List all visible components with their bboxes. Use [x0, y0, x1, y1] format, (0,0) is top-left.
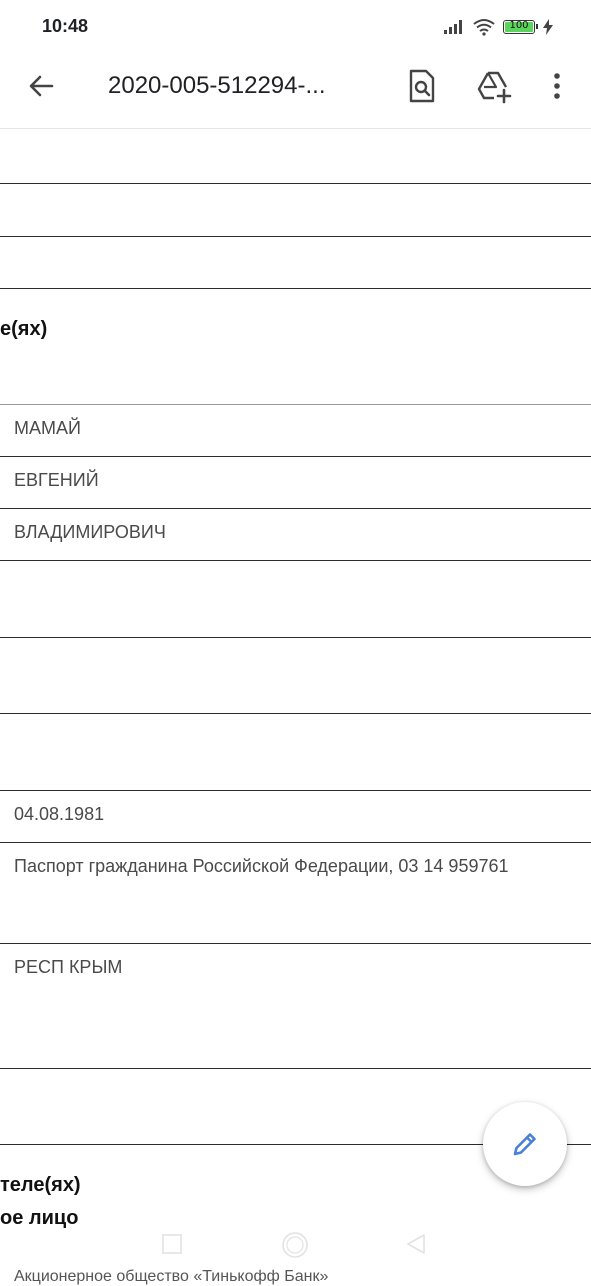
edit-fab-button[interactable]	[483, 1102, 567, 1186]
table-rule	[0, 713, 591, 714]
status-icons: 100	[443, 16, 553, 38]
table-rule	[0, 790, 591, 791]
wifi-icon	[473, 19, 495, 36]
status-bar: 10:48 100	[0, 0, 591, 52]
add-to-drive-icon	[477, 71, 512, 104]
status-time: 10:48	[42, 16, 89, 36]
table-rule	[0, 842, 591, 843]
document-viewer[interactable]: е(ях) МАМАЙ ЕВГЕНИЙ ВЛАДИМИРОВИЧ 04.08.1…	[0, 128, 591, 1260]
battery-icon: 100	[503, 20, 538, 34]
table-rule	[0, 404, 591, 405]
find-in-page-button[interactable]	[402, 66, 442, 106]
home-circle-icon[interactable]	[281, 1231, 309, 1259]
back-arrow-icon	[29, 75, 54, 97]
table-rule	[0, 943, 591, 944]
recents-square-icon[interactable]	[162, 1234, 182, 1254]
first-name-value: ЕВГЕНИЙ	[14, 470, 99, 490]
battery-level-text: 100	[509, 20, 529, 31]
identity-document-value: Паспорт гражданина Российской Федерации,…	[14, 856, 509, 876]
birth-date-value: 04.08.1981	[14, 804, 105, 824]
section-heading: теле(ях)	[0, 1174, 81, 1196]
edit-pencil-icon	[513, 1133, 536, 1156]
table-rule	[0, 508, 591, 509]
back-triangle-icon[interactable]	[406, 1234, 426, 1254]
more-options-button[interactable]	[537, 66, 577, 106]
table-rule	[0, 288, 591, 289]
signal-icon	[444, 20, 462, 34]
table-rule	[0, 560, 591, 561]
charging-bolt-icon	[543, 19, 553, 35]
last-name-value: МАМАЙ	[14, 418, 81, 438]
document-title: 2020-005-512294-...	[108, 72, 326, 99]
section-heading: е(ях)	[0, 318, 48, 340]
table-rule	[0, 183, 591, 184]
bottom-document-text: Акционерное общество «Тинькофф Банк»	[14, 1268, 329, 1285]
table-rule	[0, 236, 591, 237]
find-in-page-icon	[409, 69, 435, 103]
patronymic-value: ВЛАДИМИРОВИЧ	[14, 522, 166, 542]
table-rule	[0, 1068, 591, 1069]
add-to-drive-button[interactable]	[474, 66, 514, 106]
table-rule	[0, 637, 591, 638]
region-value: РЕСП КРЫМ	[14, 957, 123, 977]
table-rule	[0, 456, 591, 457]
more-vert-icon	[554, 73, 560, 99]
app-bar: 2020-005-512294-...	[0, 52, 591, 129]
back-button[interactable]	[22, 66, 62, 106]
